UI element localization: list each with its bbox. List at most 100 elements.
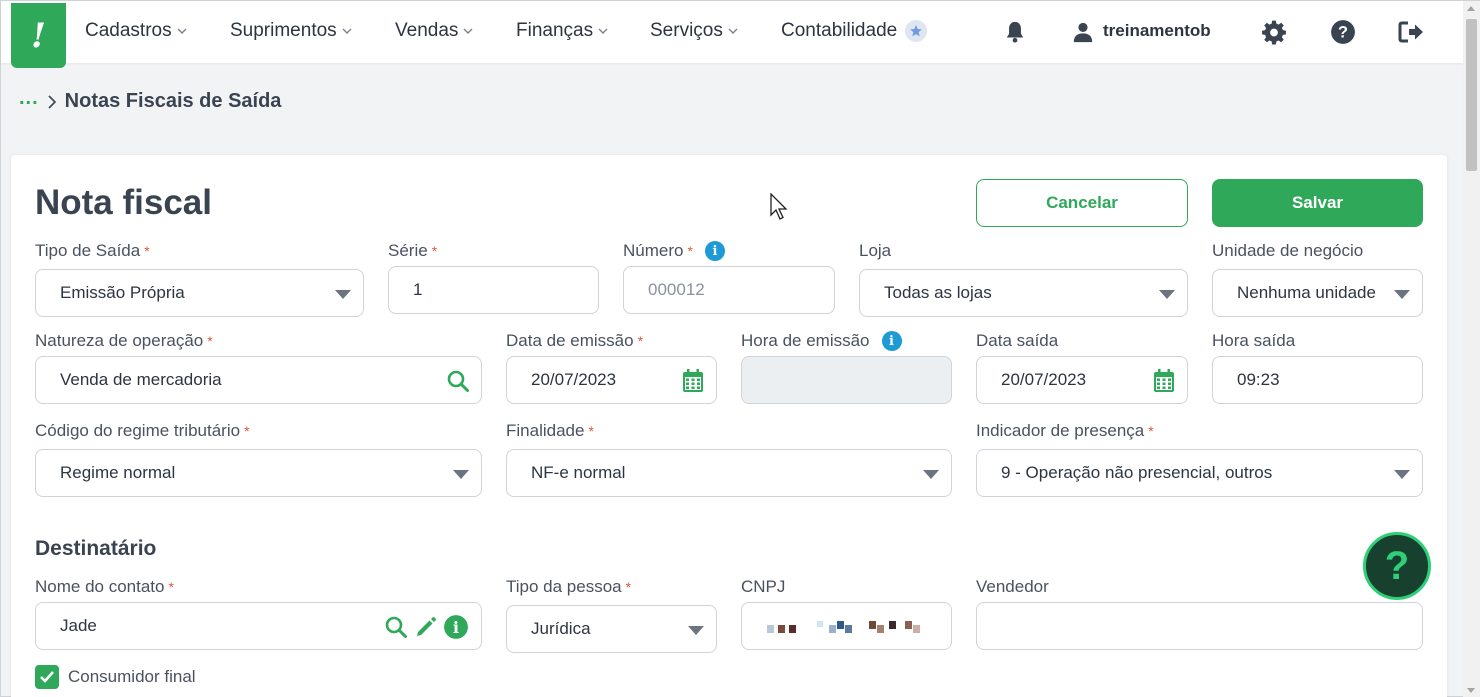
required-mark: * xyxy=(431,243,438,259)
cancel-button[interactable]: Cancelar xyxy=(976,179,1188,227)
save-button[interactable]: Salvar xyxy=(1212,179,1423,227)
data-emissao-input[interactable]: 20/07/2023 xyxy=(506,356,717,404)
unidade-label: Unidade de negócio xyxy=(1212,241,1363,261)
bell-icon[interactable] xyxy=(1001,18,1029,46)
calendar-icon[interactable] xyxy=(1151,368,1177,394)
cnpj-label-text: CNPJ xyxy=(741,577,786,596)
pencil-icon[interactable] xyxy=(413,614,439,640)
caret-down-icon xyxy=(923,470,939,479)
contato-value: Jade xyxy=(60,616,97,635)
contato-label-text: Nome do contato xyxy=(35,577,165,596)
breadcrumb-current: Notas Fiscais de Saída xyxy=(64,90,282,112)
gear-icon[interactable] xyxy=(1260,18,1288,46)
chevron-down-icon xyxy=(728,28,738,34)
nav-financas-label: Finanças xyxy=(516,20,594,41)
nav-suprimentos[interactable]: Suprimentos xyxy=(230,20,352,42)
page-scrollbar[interactable] xyxy=(1463,1,1480,697)
tipo-saida-select[interactable]: Emissão Própria xyxy=(35,269,364,317)
page-title: Nota fiscal xyxy=(35,183,212,222)
logout-icon[interactable] xyxy=(1398,18,1426,46)
numero-label: Número * i xyxy=(623,241,725,261)
required-mark: * xyxy=(144,243,150,259)
tipo-pessoa-value: Jurídica xyxy=(531,619,591,638)
required-mark: * xyxy=(1148,423,1154,439)
caret-down-icon xyxy=(1394,290,1410,299)
tipo-pessoa-label: Tipo da pessoa * xyxy=(506,577,631,597)
star-icon xyxy=(905,20,928,42)
nav-financas[interactable]: Finanças xyxy=(516,20,608,42)
caret-down-icon xyxy=(453,470,469,479)
info-icon[interactable]: i xyxy=(881,331,902,351)
loja-value: Todas as lojas xyxy=(884,283,992,302)
hora-saida-value: 09:23 xyxy=(1237,370,1280,389)
regime-label-text: Código do regime tributário xyxy=(35,421,241,440)
chevron-right-icon xyxy=(48,94,56,109)
unidade-select[interactable]: Nenhuma unidade xyxy=(1212,269,1423,317)
required-mark: * xyxy=(687,243,693,259)
help-question-icon: ? xyxy=(1384,543,1410,588)
required-mark: * xyxy=(637,333,644,349)
info-icon[interactable]: i xyxy=(704,241,725,261)
natureza-input[interactable]: Venda de mercadoria xyxy=(35,356,482,404)
hora-saida-input[interactable]: 09:23 xyxy=(1212,356,1423,404)
vendedor-input[interactable] xyxy=(976,602,1423,650)
contato-input[interactable]: Jade i xyxy=(35,602,482,650)
breadcrumb-ellipsis[interactable]: ... xyxy=(19,87,39,110)
consumidor-final-label[interactable]: Consumidor final xyxy=(68,667,196,687)
required-mark: * xyxy=(625,579,632,595)
hora-emissao-input xyxy=(741,356,952,404)
serie-input[interactable]: 1 xyxy=(388,266,599,314)
calendar-icon[interactable] xyxy=(680,368,706,394)
loja-select[interactable]: Todas as lojas xyxy=(859,269,1188,317)
cnpj-label: CNPJ xyxy=(741,577,785,597)
section-title-destinatario: Destinatário xyxy=(35,537,157,560)
caret-down-icon xyxy=(1159,290,1175,299)
consumidor-final-checkbox[interactable] xyxy=(35,665,59,689)
tipo-pessoa-label-text: Tipo da pessoa xyxy=(506,577,622,596)
nav-cadastros[interactable]: Cadastros xyxy=(85,20,187,42)
data-emissao-label-text: Data de emissão xyxy=(506,331,634,350)
help-circle-icon[interactable]: ? xyxy=(1329,18,1357,46)
hora-emissao-label-text: Hora de emissão xyxy=(741,331,870,350)
contato-label: Nome do contato * xyxy=(35,577,174,597)
finalidade-label-text: Finalidade xyxy=(506,421,585,440)
search-icon[interactable] xyxy=(445,368,471,394)
user-name[interactable]: treinamentob xyxy=(1103,21,1211,41)
chevron-down-icon xyxy=(342,28,352,34)
scroll-thumb[interactable] xyxy=(1466,19,1477,171)
nav-contabilidade-label: Contabilidade xyxy=(781,20,898,41)
caret-down-icon xyxy=(688,626,704,635)
presenca-select[interactable]: 9 - Operação não presencial, outros xyxy=(976,449,1423,497)
regime-select[interactable]: Regime normal xyxy=(35,449,482,497)
scroll-down-arrow[interactable] xyxy=(1467,688,1475,693)
loja-label-text: Loja xyxy=(859,241,892,260)
numero-input[interactable]: 000012 xyxy=(623,266,835,314)
top-navbar: ! Cadastros Suprimentos Vendas Finanças … xyxy=(1,1,1463,68)
search-icon[interactable] xyxy=(383,614,409,640)
tipo-saida-label: Tipo de Saída * xyxy=(35,241,150,261)
unidade-label-text: Unidade de negócio xyxy=(1212,241,1364,260)
chevron-down-icon xyxy=(177,28,187,34)
nav-servicos[interactable]: Serviços xyxy=(650,20,738,42)
nav-contabilidade[interactable]: Contabilidade xyxy=(781,20,928,42)
info-circle-icon[interactable]: i xyxy=(443,614,469,640)
user-icon[interactable] xyxy=(1069,18,1097,46)
nav-cadastros-label: Cadastros xyxy=(85,20,172,41)
help-chat-button[interactable]: ? xyxy=(1363,532,1431,600)
tipo-pessoa-select[interactable]: Jurídica xyxy=(506,605,717,653)
data-saida-input[interactable]: 20/07/2023 xyxy=(976,356,1188,404)
nav-vendas[interactable]: Vendas xyxy=(395,20,473,42)
app-logo[interactable]: ! xyxy=(11,3,66,68)
nav-suprimentos-label: Suprimentos xyxy=(230,20,337,41)
presenca-value: 9 - Operação não presencial, outros xyxy=(1001,463,1273,482)
hora-saida-label-text: Hora saída xyxy=(1212,331,1296,350)
tipo-saida-value: Emissão Própria xyxy=(60,283,185,302)
svg-text:i: i xyxy=(453,618,459,637)
caret-down-icon xyxy=(335,290,351,299)
check-icon xyxy=(40,671,54,683)
finalidade-select[interactable]: NF-e normal xyxy=(506,449,952,497)
scroll-up-arrow[interactable] xyxy=(1467,6,1475,11)
natureza-value: Venda de mercadoria xyxy=(60,370,222,389)
unidade-value: Nenhuma unidade xyxy=(1237,283,1376,302)
required-mark: * xyxy=(244,423,250,439)
